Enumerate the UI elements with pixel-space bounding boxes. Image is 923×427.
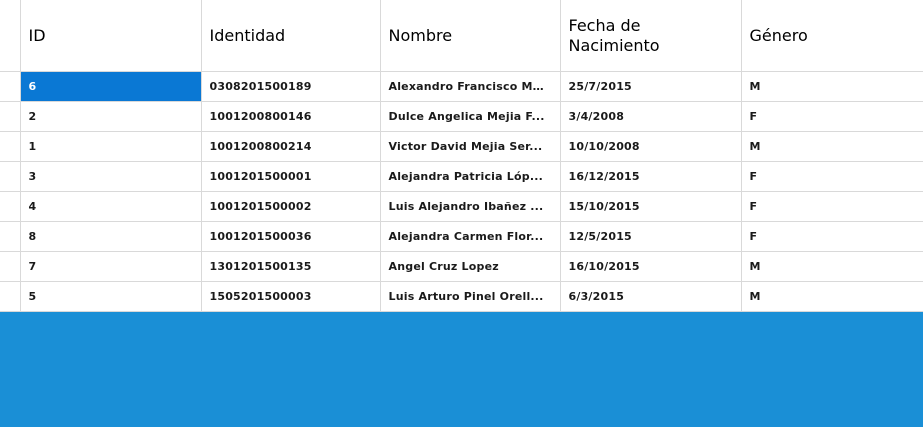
cell-nombre[interactable]: Angel Cruz Lopez <box>380 251 561 282</box>
empty-grid-background <box>0 312 923 427</box>
cell-genero[interactable]: M <box>741 251 923 282</box>
row-header[interactable] <box>0 281 21 312</box>
cell-fecha[interactable]: 10/10/2008 <box>560 131 742 162</box>
cell-nombre[interactable]: Victor David Mejia Ser... <box>380 131 561 162</box>
table-row[interactable]: 4 1001201500002 Luis Alejandro Ibañez ..… <box>0 191 923 222</box>
row-header[interactable] <box>0 71 21 102</box>
header-row: ID Identidad Nombre Fecha de Nacimiento … <box>0 0 923 72</box>
cell-identidad[interactable]: 1001201500036 <box>201 221 381 252</box>
row-header[interactable] <box>0 101 21 132</box>
cell-fecha[interactable]: 3/4/2008 <box>560 101 742 132</box>
table-row[interactable]: 6 0308201500189 Alexandro Francisco Mu..… <box>0 71 923 102</box>
row-header[interactable] <box>0 161 21 192</box>
cell-nombre[interactable]: Luis Arturo Pinel Orell... <box>380 281 561 312</box>
students-table: ID Identidad Nombre Fecha de Nacimiento … <box>0 0 923 312</box>
data-grid: ID Identidad Nombre Fecha de Nacimiento … <box>0 0 923 312</box>
app-window: ID Identidad Nombre Fecha de Nacimiento … <box>0 0 923 427</box>
cell-fecha[interactable]: 15/10/2015 <box>560 191 742 222</box>
cell-genero[interactable]: M <box>741 281 923 312</box>
cell-identidad[interactable]: 1001200800146 <box>201 101 381 132</box>
cell-identidad[interactable]: 1001201500002 <box>201 191 381 222</box>
column-header-genero[interactable]: Género <box>741 0 923 72</box>
column-header-identidad[interactable]: Identidad <box>201 0 381 72</box>
cell-fecha[interactable]: 16/10/2015 <box>560 251 742 282</box>
table-row[interactable]: 3 1001201500001 Alejandra Patricia Lóp..… <box>0 161 923 192</box>
table-row[interactable]: 8 1001201500036 Alejandra Carmen Flor...… <box>0 221 923 252</box>
cell-id[interactable]: 4 <box>20 191 202 222</box>
column-header-fecha-nacimiento[interactable]: Fecha de Nacimiento <box>560 0 742 72</box>
cell-genero[interactable]: F <box>741 101 923 132</box>
cell-nombre[interactable]: Dulce Angelica Mejia F... <box>380 101 561 132</box>
cell-fecha[interactable]: 25/7/2015 <box>560 71 742 102</box>
table-row[interactable]: 5 1505201500003 Luis Arturo Pinel Orell.… <box>0 281 923 312</box>
cell-identidad[interactable]: 1001200800214 <box>201 131 381 162</box>
cell-id[interactable]: 7 <box>20 251 202 282</box>
cell-id[interactable]: 1 <box>20 131 202 162</box>
cell-nombre[interactable]: Alejandra Patricia Lóp... <box>380 161 561 192</box>
column-header-nombre[interactable]: Nombre <box>380 0 561 72</box>
corner-cell[interactable] <box>0 0 21 72</box>
cell-id[interactable]: 8 <box>20 221 202 252</box>
cell-fecha[interactable]: 16/12/2015 <box>560 161 742 192</box>
cell-genero[interactable]: F <box>741 191 923 222</box>
cell-nombre[interactable]: Alejandra Carmen Flor... <box>380 221 561 252</box>
column-header-id[interactable]: ID <box>20 0 202 72</box>
cell-genero[interactable]: F <box>741 221 923 252</box>
table-row[interactable]: 2 1001200800146 Dulce Angelica Mejia F..… <box>0 101 923 132</box>
cell-fecha[interactable]: 6/3/2015 <box>560 281 742 312</box>
cell-genero[interactable]: M <box>741 131 923 162</box>
cell-genero[interactable]: F <box>741 161 923 192</box>
row-header[interactable] <box>0 221 21 252</box>
row-header[interactable] <box>0 131 21 162</box>
cell-identidad[interactable]: 1001201500001 <box>201 161 381 192</box>
table-row[interactable]: 7 1301201500135 Angel Cruz Lopez 16/10/2… <box>0 251 923 282</box>
cell-id[interactable]: 3 <box>20 161 202 192</box>
cell-fecha[interactable]: 12/5/2015 <box>560 221 742 252</box>
cell-identidad[interactable]: 0308201500189 <box>201 71 381 102</box>
row-header[interactable] <box>0 191 21 222</box>
cell-identidad[interactable]: 1301201500135 <box>201 251 381 282</box>
cell-nombre[interactable]: Luis Alejandro Ibañez ... <box>380 191 561 222</box>
row-header[interactable] <box>0 251 21 282</box>
cell-id[interactable]: 5 <box>20 281 202 312</box>
cell-nombre[interactable]: Alexandro Francisco Mu... <box>380 71 561 102</box>
cell-id[interactable]: 6 <box>20 71 202 102</box>
cell-identidad[interactable]: 1505201500003 <box>201 281 381 312</box>
cell-genero[interactable]: M <box>741 71 923 102</box>
table-row[interactable]: 1 1001200800214 Victor David Mejia Ser..… <box>0 131 923 162</box>
cell-id[interactable]: 2 <box>20 101 202 132</box>
